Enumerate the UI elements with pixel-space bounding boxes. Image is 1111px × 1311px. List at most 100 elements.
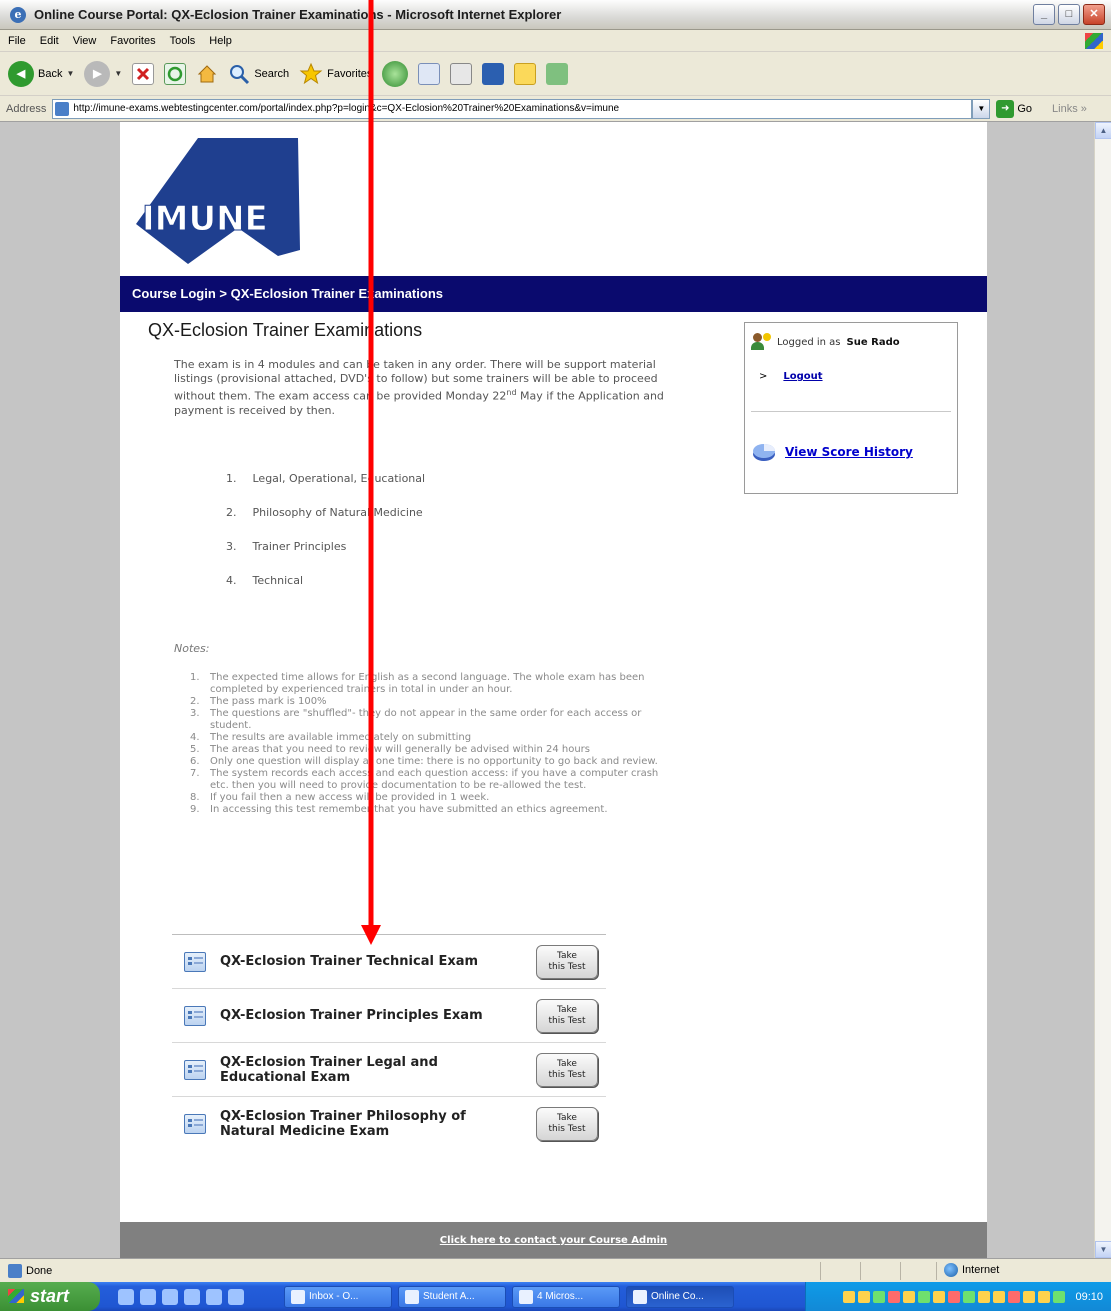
list-item: 2. Philosophy of Natural Medicine bbox=[226, 506, 425, 540]
take-test-button[interactable]: Take this Test bbox=[536, 1106, 598, 1141]
taskbar-item-online-course[interactable]: Online Co... bbox=[626, 1285, 734, 1308]
quick-launch-icon[interactable] bbox=[140, 1288, 156, 1305]
tray-icon[interactable] bbox=[858, 1290, 871, 1303]
go-button[interactable]: ➜ Go bbox=[996, 99, 1032, 118]
minimize-button[interactable]: _ bbox=[1033, 4, 1055, 25]
restore-button[interactable]: □ bbox=[1058, 4, 1080, 25]
chevron-down-icon: ▼ bbox=[114, 69, 123, 78]
menu-tools[interactable]: Tools bbox=[170, 35, 196, 47]
exam-document-icon bbox=[184, 1005, 206, 1026]
take-test-label: Take bbox=[557, 1004, 577, 1015]
taskbar-item-inbox[interactable]: Inbox - O... bbox=[284, 1285, 392, 1308]
note-text: The expected time allows for English as … bbox=[210, 672, 645, 695]
messenger-icon[interactable] bbox=[546, 62, 569, 85]
tray-icon[interactable] bbox=[993, 1290, 1006, 1303]
scroll-down-arrow-icon[interactable]: ▼ bbox=[1095, 1241, 1111, 1258]
quick-launch-icon[interactable] bbox=[162, 1288, 178, 1305]
status-bar: Done Internet bbox=[0, 1258, 1111, 1282]
tray-icon[interactable] bbox=[903, 1290, 916, 1303]
menu-favorites[interactable]: Favorites bbox=[110, 35, 155, 47]
module-label: Philosophy of Natural Medicine bbox=[252, 506, 423, 519]
search-button[interactable]: Search bbox=[228, 63, 289, 85]
note-number: 6. bbox=[190, 756, 200, 767]
contact-admin-link[interactable]: Click here to contact your Course Admin bbox=[440, 1235, 667, 1246]
notes-list: 1. The expected time allows for English a… bbox=[190, 672, 660, 816]
menu-file[interactable]: File bbox=[8, 35, 26, 47]
mail-icon[interactable] bbox=[418, 62, 441, 85]
taskbar-item-student[interactable]: Student A... bbox=[398, 1285, 506, 1308]
back-label: Back bbox=[38, 67, 63, 80]
quick-launch-icon[interactable] bbox=[228, 1288, 244, 1305]
note-number: 2. bbox=[190, 696, 200, 707]
page-title: QX-Eclosion Trainer Examinations bbox=[148, 320, 423, 340]
menu-edit[interactable]: Edit bbox=[40, 35, 59, 47]
tray-icon[interactable] bbox=[948, 1290, 961, 1303]
note-number: 1. bbox=[190, 672, 200, 683]
menubar: File Edit View Favorites Tools Help bbox=[0, 30, 1111, 52]
forward-button[interactable]: ▶ ▼ bbox=[84, 60, 123, 87]
logout-link[interactable]: Logout bbox=[783, 371, 822, 382]
test-row: QX-Eclosion Trainer Philosophy of Natura… bbox=[172, 1096, 606, 1150]
window-titlebar[interactable]: e Online Course Portal: QX-Eclosion Trai… bbox=[0, 0, 1111, 30]
favorites-button[interactable]: Favorites bbox=[299, 62, 372, 86]
quick-launch-icon[interactable] bbox=[206, 1288, 222, 1305]
take-test-button[interactable]: Take this Test bbox=[536, 944, 598, 979]
logo-area: IMUNE bbox=[120, 122, 987, 274]
tray-icon[interactable] bbox=[978, 1290, 991, 1303]
tray-icon[interactable] bbox=[843, 1290, 856, 1303]
quick-launch-icon[interactable] bbox=[118, 1288, 134, 1305]
refresh-icon[interactable] bbox=[164, 62, 187, 85]
logged-in-status: Logged in as Sue Rado bbox=[751, 333, 900, 351]
back-button[interactable]: ◀ Back ▼ bbox=[8, 60, 75, 87]
tray-icon[interactable] bbox=[963, 1290, 976, 1303]
breadcrumb: Course Login > QX-Eclosion Trainer Exami… bbox=[120, 276, 987, 312]
taskbar: start Inbox - O... Student A... 4 Micros… bbox=[0, 1282, 1111, 1311]
list-item: 1. The expected time allows for English a… bbox=[190, 672, 660, 696]
browser-viewport: IMUNE Course Login > QX-Eclosion Trainer… bbox=[0, 122, 1111, 1258]
status-text: Done bbox=[26, 1264, 53, 1277]
menu-help[interactable]: Help bbox=[209, 35, 232, 47]
note-number: 5. bbox=[190, 744, 200, 755]
scroll-up-arrow-icon[interactable]: ▲ bbox=[1095, 122, 1111, 139]
tray-icon[interactable] bbox=[888, 1290, 901, 1303]
quick-launch bbox=[118, 1288, 244, 1305]
view-score-history-link[interactable]: View Score History bbox=[785, 445, 913, 459]
folder-icon[interactable] bbox=[514, 62, 537, 85]
note-text: Only one question will display at one ti… bbox=[210, 756, 658, 767]
toolbar: ◀ Back ▼ ▶ ▼ Search Favorites bbox=[0, 52, 1111, 96]
tray-icon[interactable] bbox=[1008, 1290, 1021, 1303]
tray-icon[interactable] bbox=[1053, 1290, 1066, 1303]
chevron-down-icon: ▼ bbox=[66, 69, 75, 78]
tray-icon[interactable] bbox=[918, 1290, 931, 1303]
history-icon[interactable] bbox=[382, 60, 409, 87]
home-icon[interactable] bbox=[196, 63, 218, 85]
stop-icon[interactable] bbox=[132, 62, 155, 85]
tray-icon[interactable] bbox=[933, 1290, 946, 1303]
module-number: 2. bbox=[226, 506, 237, 519]
note-text: The pass mark is 100% bbox=[210, 696, 327, 707]
taskbar-item-word[interactable]: 4 Micros... bbox=[512, 1285, 620, 1308]
print-icon[interactable] bbox=[450, 62, 473, 85]
address-label: Address bbox=[6, 102, 47, 115]
user-name: Sue Rado bbox=[846, 336, 900, 348]
list-item: 3. Trainer Principles bbox=[226, 540, 425, 574]
tray-icon[interactable] bbox=[873, 1290, 886, 1303]
test-name: QX-Eclosion Trainer Philosophy of Natura… bbox=[220, 1108, 466, 1139]
address-dropdown-button[interactable]: ▼ bbox=[972, 98, 991, 119]
folder-icon bbox=[405, 1289, 419, 1304]
tray-icon[interactable] bbox=[1038, 1290, 1051, 1303]
vertical-scrollbar[interactable]: ▲ ▼ bbox=[1094, 122, 1111, 1258]
close-button[interactable]: ✕ bbox=[1083, 4, 1105, 25]
quick-launch-icon[interactable] bbox=[184, 1288, 200, 1305]
links-button[interactable]: Links » bbox=[1052, 103, 1087, 115]
tray-icon[interactable] bbox=[1023, 1290, 1036, 1303]
start-button[interactable]: start bbox=[0, 1282, 100, 1311]
url-input[interactable]: http://imune-exams.webtestingcenter.com/… bbox=[52, 98, 973, 119]
take-test-button[interactable]: Take this Test bbox=[536, 998, 598, 1033]
take-test-button[interactable]: Take this Test bbox=[536, 1052, 598, 1087]
test-row: QX-Eclosion Trainer Principles Exam Take… bbox=[172, 988, 606, 1042]
word-icon[interactable] bbox=[482, 62, 505, 85]
module-number: 3. bbox=[226, 540, 237, 553]
url-text: http://imune-exams.webtestingcenter.com/… bbox=[73, 103, 620, 114]
menu-view[interactable]: View bbox=[73, 35, 97, 47]
